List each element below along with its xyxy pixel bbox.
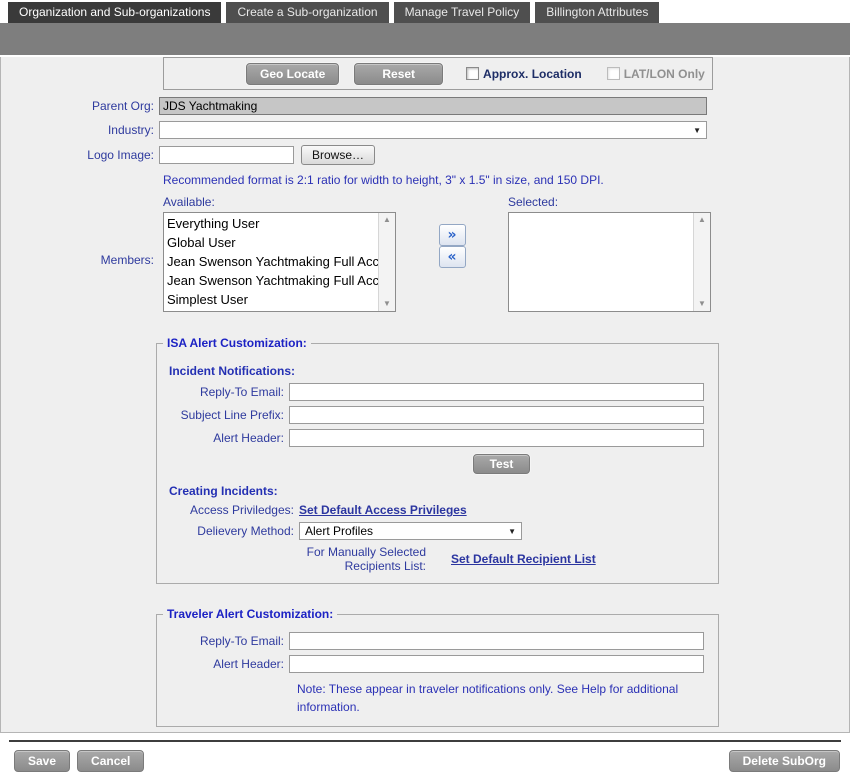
set-default-recipient-list-link[interactable]: Set Default Recipient List: [451, 552, 596, 566]
traveler-reply-to-row: Reply-To Email:: [157, 632, 718, 650]
move-right-button[interactable]: »: [439, 224, 466, 246]
chevron-down-icon: ▼: [508, 527, 516, 536]
footer-divider: [9, 740, 841, 742]
isa-reply-to-row: Reply-To Email:: [157, 383, 718, 401]
test-button[interactable]: Test: [473, 454, 531, 474]
delete-suborg-button[interactable]: Delete SubOrg: [729, 750, 840, 772]
form-panel: Geo Locate Reset Approx. Location LAT/LO…: [0, 57, 850, 733]
subject-line-prefix-label: Subject Line Prefix:: [157, 408, 289, 422]
available-scrollbar[interactable]: ▲ ▼: [378, 213, 395, 311]
list-item[interactable]: Simplest User: [167, 290, 378, 309]
parent-org-label: Parent Org:: [1, 99, 159, 113]
isa-alert-header-row: Alert Header:: [157, 429, 718, 447]
subject-line-prefix-row: Subject Line Prefix:: [157, 406, 718, 424]
tab-billington-attributes[interactable]: Billington Attributes: [535, 2, 659, 23]
traveler-alert-header-row: Alert Header:: [157, 655, 718, 673]
isa-reply-to-field[interactable]: [289, 383, 704, 401]
isa-alert-header-label: Alert Header:: [157, 431, 289, 445]
traveler-note: Note: These appear in traveler notificat…: [297, 682, 678, 714]
list-item[interactable]: Jean Swenson Yachtmaking Full Acc: [167, 252, 378, 271]
list-item[interactable]: Everything User: [167, 214, 378, 233]
isa-reply-to-label: Reply-To Email:: [157, 385, 289, 399]
approx-location-label: Approx. Location: [483, 67, 582, 81]
scroll-down-icon[interactable]: ▼: [698, 300, 706, 308]
header-band: [0, 23, 850, 55]
access-privileges-label: Access Priviledges:: [157, 503, 299, 517]
selected-listbox[interactable]: ▲ ▼: [508, 212, 711, 312]
logo-image-field[interactable]: [159, 146, 294, 164]
save-button[interactable]: Save: [14, 750, 70, 772]
parent-org-field: [159, 97, 707, 115]
subject-line-prefix-field[interactable]: [289, 406, 704, 424]
delivery-method-value: Alert Profiles: [305, 524, 373, 538]
members-label: Members:: [1, 253, 159, 267]
traveler-reply-to-label: Reply-To Email:: [157, 634, 289, 648]
available-label: Available:: [163, 195, 396, 209]
selected-label: Selected:: [508, 195, 711, 209]
manual-recipients-row: For Manually Selected Recipients List: S…: [157, 545, 718, 573]
selected-list-items: [509, 213, 693, 311]
latlon-only-label: LAT/LON Only: [624, 67, 705, 81]
list-item[interactable]: Global User: [167, 233, 378, 252]
tab-manage-travel-policy[interactable]: Manage Travel Policy: [394, 2, 531, 23]
selected-column: Selected: ▲ ▼: [508, 195, 711, 312]
isa-alert-header-field[interactable]: [289, 429, 704, 447]
incident-notifications-header: Incident Notifications:: [169, 364, 718, 378]
isa-alert-customization-fieldset: ISA Alert Customization: Incident Notifi…: [156, 336, 719, 584]
available-column: Available: Everything UserGlobal UserJea…: [163, 195, 396, 312]
creating-incidents-header: Creating Incidents:: [169, 484, 718, 498]
traveler-alert-legend: Traveler Alert Customization:: [163, 607, 337, 621]
move-left-button[interactable]: «: [439, 246, 466, 268]
latlon-only-checkbox[interactable]: [607, 67, 620, 80]
traveler-alert-header-field[interactable]: [289, 655, 704, 673]
logo-format-hint: Recommended format is 2:1 ratio for widt…: [163, 173, 604, 187]
logo-image-row: Logo Image: Browse…: [1, 145, 849, 165]
delivery-method-select[interactable]: Alert Profiles ▼: [299, 522, 522, 540]
tab-create-a-sub-organization[interactable]: Create a Sub-organization: [226, 2, 388, 23]
transfer-buttons: » «: [396, 195, 508, 312]
tab-organization-and-sub-organizations[interactable]: Organization and Sub-organizations: [8, 2, 221, 23]
industry-select[interactable]: ▼: [159, 121, 707, 139]
scroll-down-icon[interactable]: ▼: [383, 300, 391, 308]
geo-locate-button[interactable]: Geo Locate: [246, 63, 339, 85]
tab-header: Organization and Sub-organizations Creat…: [0, 0, 850, 57]
traveler-alert-customization-fieldset: Traveler Alert Customization: Reply-To E…: [156, 607, 719, 727]
approx-location-checkbox[interactable]: [466, 67, 479, 80]
delivery-method-row: Delievery Method: Alert Profiles ▼: [157, 522, 718, 540]
isa-alert-legend: ISA Alert Customization:: [163, 336, 311, 350]
industry-label: Industry:: [1, 123, 159, 137]
footer-actions: Save Cancel Delete SubOrg: [1, 750, 849, 772]
chevron-down-icon: ▼: [693, 126, 701, 135]
members-section: Members: Available: Everything UserGloba…: [1, 195, 849, 312]
traveler-reply-to-field[interactable]: [289, 632, 704, 650]
reset-button[interactable]: Reset: [354, 63, 443, 85]
selected-scrollbar[interactable]: ▲ ▼: [693, 213, 710, 311]
parent-org-row: Parent Org:: [1, 97, 849, 115]
geo-location-panel: Geo Locate Reset Approx. Location LAT/LO…: [163, 57, 713, 90]
browse-button[interactable]: Browse…: [301, 145, 375, 165]
cancel-button[interactable]: Cancel: [77, 750, 144, 772]
logo-image-label: Logo Image:: [1, 148, 159, 162]
traveler-alert-header-label: Alert Header:: [157, 657, 289, 671]
industry-row: Industry: ▼: [1, 121, 849, 139]
available-listbox[interactable]: Everything UserGlobal UserJean Swenson Y…: [163, 212, 396, 312]
list-item[interactable]: Jean Swenson Yachtmaking Full Acc: [167, 271, 378, 290]
access-privileges-row: Access Priviledges: Set Default Access P…: [157, 503, 718, 517]
logo-hint-row: Recommended format is 2:1 ratio for widt…: [163, 171, 849, 189]
scroll-up-icon[interactable]: ▲: [698, 216, 706, 224]
page: Organization and Sub-organizations Creat…: [0, 0, 850, 733]
scroll-up-icon[interactable]: ▲: [383, 216, 391, 224]
set-default-access-privileges-link[interactable]: Set Default Access Privileges: [299, 503, 467, 517]
delivery-method-label: Delievery Method:: [157, 524, 299, 538]
manual-recipients-label: For Manually Selected Recipients List:: [299, 545, 431, 573]
tab-bar: Organization and Sub-organizations Creat…: [0, 0, 850, 23]
available-list-items: Everything UserGlobal UserJean Swenson Y…: [164, 213, 378, 311]
